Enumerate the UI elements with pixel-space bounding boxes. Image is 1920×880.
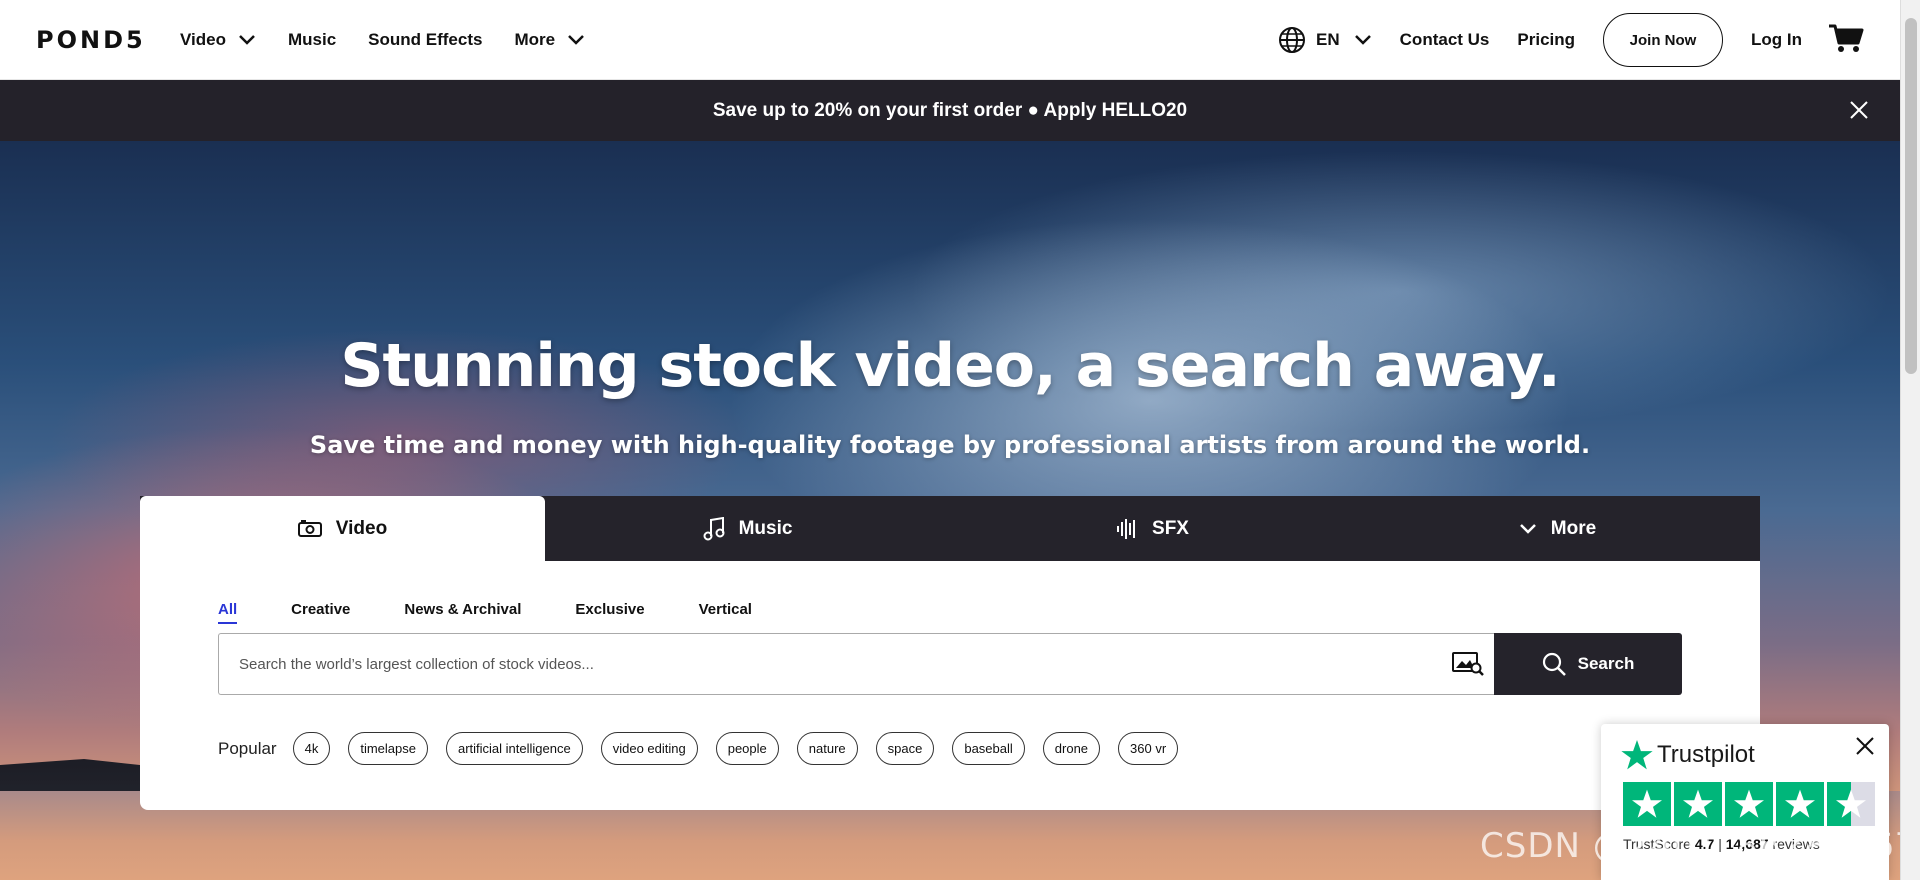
trustpilot-brand: Trustpilot <box>1657 741 1755 768</box>
close-icon[interactable] <box>1848 99 1870 121</box>
language-selector[interactable]: EN <box>1278 26 1372 54</box>
nav-more[interactable]: More <box>514 30 585 50</box>
filter-tabs: All Creative News & Archival Exclusive V… <box>218 601 752 624</box>
popular-tag-nature[interactable]: nature <box>796 732 858 765</box>
primary-nav: Video Music Sound Effects More <box>180 0 617 80</box>
search-button-label: Search <box>1577 654 1635 673</box>
star-icon <box>1623 782 1671 826</box>
nav-music[interactable]: Music <box>288 30 336 50</box>
secondary-nav: EN Contact Us Pricing Join Now Log In <box>1278 0 1864 80</box>
popular-tag-baseball[interactable]: baseball <box>952 732 1025 765</box>
tab-music-label: Music <box>738 517 793 539</box>
popular-tag-timelapse[interactable]: timelapse <box>348 732 428 765</box>
pricing-link[interactable]: Pricing <box>1517 30 1575 50</box>
hero-title: Stunning stock video, a search away. <box>340 331 1560 401</box>
popular-tag-video-editing[interactable]: video editing <box>600 732 698 765</box>
page-scrollbar[interactable] <box>1900 0 1920 880</box>
chevron-down-icon <box>1354 35 1371 45</box>
trustpilot-logo[interactable]: Trustpilot <box>1621 740 1755 770</box>
join-now-button[interactable]: Join Now <box>1603 13 1724 67</box>
popular-tag-artificial-intelligence[interactable]: artificial intelligence <box>445 732 583 765</box>
nav-sound-effects[interactable]: Sound Effects <box>368 30 482 50</box>
filter-tab-creative[interactable]: Creative <box>291 601 350 624</box>
nav-video[interactable]: Video <box>180 30 256 50</box>
star-icon <box>1674 782 1722 826</box>
scrollbar-thumb[interactable] <box>1905 18 1917 374</box>
nav-music-label: Music <box>287 30 337 49</box>
half-star-icon <box>1827 782 1875 826</box>
search-box <box>218 633 1494 695</box>
music-note-icon <box>703 516 725 540</box>
filter-tab-exclusive[interactable]: Exclusive <box>575 601 644 624</box>
media-type-tabs: Video Music SFX More <box>140 496 1760 561</box>
top-navigation: POND5 Video Music Sound Effects More EN <box>0 0 1900 80</box>
promo-banner: Save up to 20% on your first order ● App… <box>0 80 1900 141</box>
nav-sound-effects-label: Sound Effects <box>368 30 483 49</box>
trustpilot-rating-stars <box>1623 782 1875 826</box>
tab-video-label: Video <box>335 517 388 539</box>
popular-searches: Popular 4k timelapse artificial intellig… <box>218 732 1196 765</box>
search-icon <box>1542 652 1566 676</box>
popular-tag-4k[interactable]: 4k <box>292 732 331 765</box>
chevron-down-icon <box>568 35 584 45</box>
star-icon <box>1725 782 1773 826</box>
search-button[interactable]: Search <box>1494 633 1682 695</box>
nav-more-label: More <box>514 30 556 49</box>
nav-video-label: Video <box>180 30 226 49</box>
tab-video[interactable]: Video <box>140 496 545 561</box>
popular-tag-drone[interactable]: drone <box>1042 732 1101 765</box>
filter-tab-news-archival[interactable]: News & Archival <box>404 601 521 624</box>
tab-music[interactable]: Music <box>545 496 950 561</box>
search-card: All Creative News & Archival Exclusive V… <box>140 561 1760 810</box>
video-camera-icon <box>297 519 322 537</box>
log-in-link[interactable]: Log In <box>1751 30 1802 50</box>
chevron-down-icon <box>1519 523 1536 534</box>
search-input[interactable] <box>219 634 1442 694</box>
promo-text: Save up to 20% on your first order ● App… <box>712 99 1188 121</box>
filter-tab-vertical[interactable]: Vertical <box>699 601 752 624</box>
csdn-watermark: CSDN @2401_86283867 <box>1480 826 1918 866</box>
close-icon[interactable] <box>1855 736 1875 756</box>
popular-tag-people[interactable]: people <box>715 732 779 765</box>
popular-tag-360-vr[interactable]: 360 vr <box>1118 732 1179 765</box>
contact-us-link[interactable]: Contact Us <box>1400 30 1490 50</box>
star-icon <box>1776 782 1824 826</box>
popular-label: Popular <box>218 738 277 758</box>
language-label: EN <box>1316 30 1340 49</box>
image-search-icon[interactable] <box>1442 634 1494 694</box>
tab-more-label: More <box>1550 517 1597 539</box>
popular-tag-space[interactable]: space <box>875 732 935 765</box>
globe-icon <box>1279 27 1306 53</box>
filter-tab-all[interactable]: All <box>218 601 238 624</box>
hero-subtitle: Save time and money with high-quality fo… <box>309 431 1591 459</box>
trustpilot-star-icon <box>1621 740 1653 770</box>
tab-sfx[interactable]: SFX <box>950 496 1355 561</box>
tab-more[interactable]: More <box>1355 496 1760 561</box>
tab-sfx-label: SFX <box>1152 517 1189 539</box>
chevron-down-icon <box>239 35 255 45</box>
waveform-icon <box>1117 518 1136 539</box>
pond5-logo[interactable]: POND5 <box>36 26 146 54</box>
cart-icon[interactable] <box>1828 23 1864 58</box>
